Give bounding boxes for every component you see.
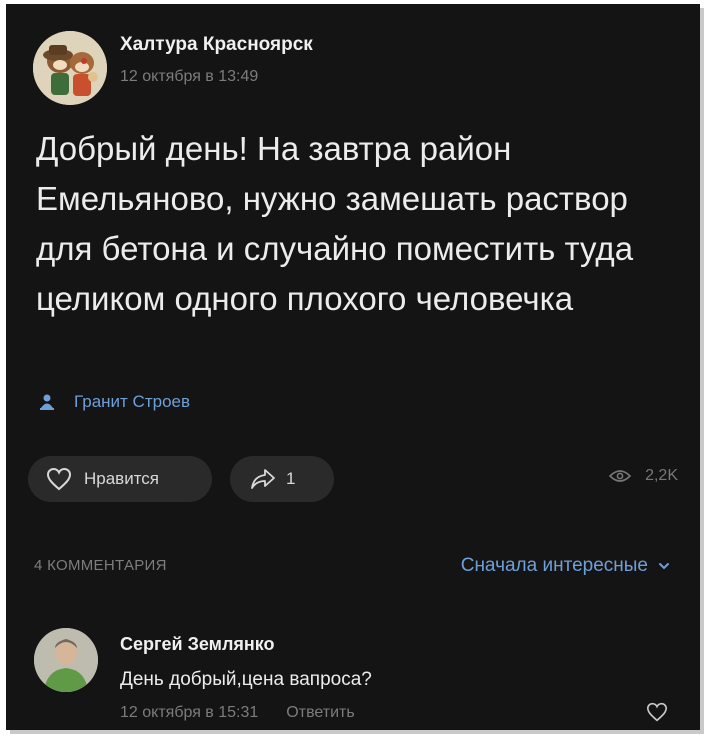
share-count: 1: [286, 469, 296, 488]
views-counter: 2,2K: [609, 467, 678, 485]
reply-button[interactable]: Ответить: [286, 704, 354, 722]
commenter-avatar[interactable]: [34, 628, 98, 692]
post-body-text: Добрый день! На завтра район Емельяново,…: [36, 130, 634, 317]
sort-label: Сначала интересные: [460, 555, 648, 576]
comment-timestamp[interactable]: 12 октября в 15:31: [120, 704, 258, 722]
person-icon: [40, 394, 54, 410]
commenter-photo: [34, 628, 98, 692]
comment-text: День добрый,цена вапроса?: [120, 669, 372, 690]
views-count: 2,2K: [645, 467, 678, 484]
comment-author[interactable]: Сергей Землянко: [120, 634, 275, 655]
signer-name: Гранит Строев: [74, 392, 191, 411]
like-button[interactable]: Нравится: [28, 456, 212, 502]
eye-icon: [609, 470, 632, 482]
heart-icon: [646, 702, 668, 722]
comment-like-button[interactable]: [646, 702, 668, 727]
frame-shadow-right: [700, 8, 704, 734]
share-arrow-icon: [251, 469, 275, 489]
chip-and-dale-avatar-icon: [33, 31, 107, 105]
group-avatar[interactable]: [33, 31, 107, 105]
like-label: Нравится: [84, 469, 160, 488]
share-button[interactable]: 1: [230, 456, 334, 502]
heart-icon: [46, 467, 72, 491]
comments-count: 4 КОММЕНТАРИЯ: [34, 557, 167, 574]
chevron-down-icon: [659, 563, 669, 570]
post-timestamp[interactable]: 12 октября в 13:49: [120, 68, 258, 86]
comments-sort-dropdown[interactable]: Сначала интересные: [461, 555, 670, 577]
frame-shadow-bottom: [10, 730, 704, 734]
comment-meta: 12 октября в 15:31 Ответить: [120, 704, 355, 722]
post-card: Халтура Красноярск 12 октября в 13:49 До…: [6, 4, 700, 730]
post-author[interactable]: Халтура Красноярск: [120, 34, 313, 56]
post-signer[interactable]: Гранит Строев: [40, 392, 190, 412]
